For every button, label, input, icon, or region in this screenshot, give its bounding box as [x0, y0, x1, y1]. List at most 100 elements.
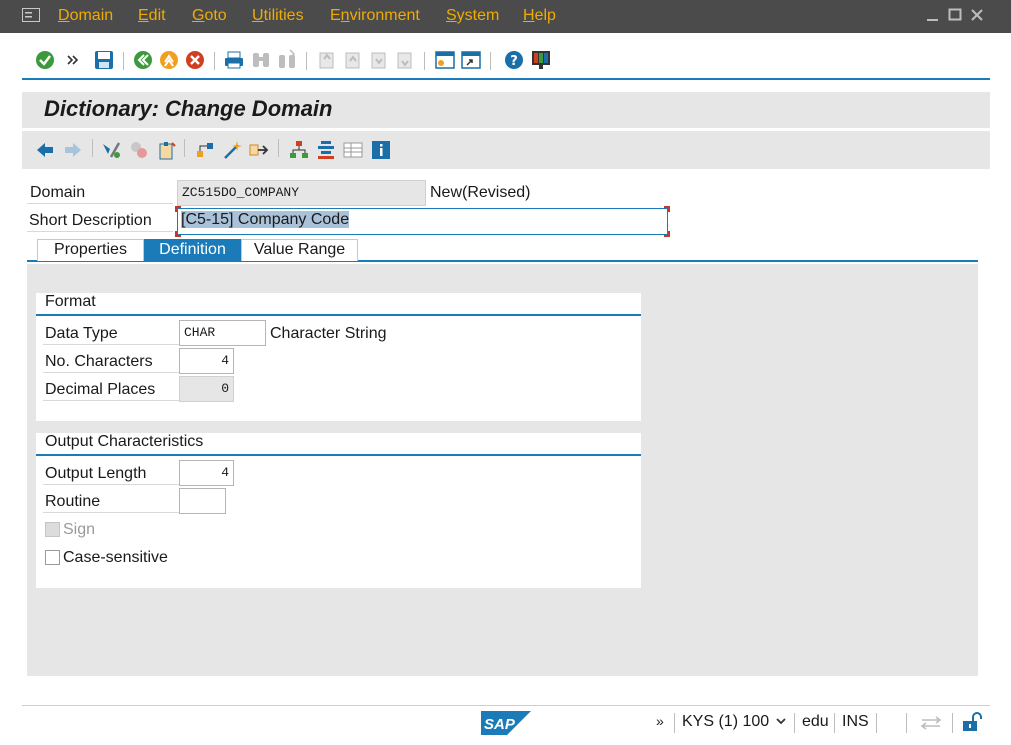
back-arrow-icon[interactable]: [34, 139, 56, 161]
output-length-input[interactable]: 4: [179, 460, 234, 486]
menu-goto[interactable]: Goto: [192, 7, 227, 25]
system-menu-icon[interactable]: [22, 8, 40, 22]
svg-text:?: ?: [510, 54, 518, 69]
short-description-input[interactable]: [C5-15] Company Code: [177, 208, 668, 235]
status-expand-icon[interactable]: »: [656, 713, 664, 729]
display-change-icon[interactable]: [100, 139, 122, 161]
no-characters-input[interactable]: 4: [179, 348, 234, 374]
toolbar-separator: [306, 52, 307, 70]
menu-utilities-rest: tilities: [263, 7, 304, 24]
output-group-title: Output Characteristics: [45, 433, 204, 450]
help-icon[interactable]: ?: [503, 49, 525, 71]
print-icon[interactable]: [223, 49, 245, 71]
application-toolbar: [22, 131, 990, 169]
first-page-icon[interactable]: [316, 49, 338, 71]
required-corner-marker: [664, 206, 670, 212]
format-group-divider: [36, 314, 641, 316]
back-icon[interactable]: [132, 49, 154, 71]
menu-system[interactable]: System: [446, 7, 499, 25]
system-info[interactable]: KYS (1) 100: [682, 713, 769, 731]
save-icon[interactable]: [93, 49, 115, 71]
data-type-input[interactable]: CHAR: [179, 320, 266, 346]
menu-help-rest: elp: [534, 7, 556, 24]
short-description-selection: [C5-15] Company Code: [181, 211, 350, 228]
tab-definition[interactable]: Definition: [144, 239, 241, 261]
menu-edit[interactable]: Edit: [138, 7, 166, 25]
menu-domain[interactable]: Domain: [58, 7, 113, 25]
menu-environment-pre: E: [330, 7, 341, 24]
case-sensitive-checkbox[interactable]: [45, 550, 60, 565]
expand-command-icon[interactable]: [66, 49, 80, 71]
next-page-icon[interactable]: [368, 49, 390, 71]
enter-icon[interactable]: [34, 49, 56, 71]
lock-icon[interactable]: [961, 711, 983, 733]
menu-environment[interactable]: Environment: [330, 7, 420, 25]
toolbar-separator: [184, 139, 185, 157]
domain-status-text: New(Revised): [430, 184, 531, 201]
tab-strip: Properties Definition Value Range: [27, 238, 978, 262]
tab-properties[interactable]: Properties: [37, 239, 144, 261]
status-separator: [952, 713, 953, 733]
routine-input[interactable]: [179, 488, 226, 514]
domain-label: Domain: [30, 184, 86, 201]
find-next-icon[interactable]: [276, 49, 298, 71]
minimize-icon[interactable]: [924, 6, 942, 24]
status-separator: [906, 713, 907, 733]
find-icon[interactable]: [250, 49, 272, 71]
status-bar-divider: [22, 705, 990, 706]
menu-domain-rest: omain: [69, 7, 114, 24]
previous-page-icon[interactable]: [342, 49, 364, 71]
toolbar-separator: [123, 52, 124, 70]
output-characteristics-group: Output Characteristics Output Length 4 R…: [36, 433, 641, 588]
definition-tab-panel: Format Data Type CHAR Character String N…: [27, 264, 978, 676]
title-bar: Dictionary: Change Domain: [22, 92, 990, 128]
output-group-divider: [36, 454, 641, 456]
menu-help[interactable]: Help: [523, 7, 556, 25]
required-corner-marker: [175, 206, 181, 212]
customize-layout-icon[interactable]: [530, 49, 552, 71]
cancel-icon[interactable]: [184, 49, 206, 71]
sign-checkbox: [45, 522, 60, 537]
chevron-down-icon[interactable]: [775, 717, 787, 727]
other-object-icon[interactable]: [128, 139, 150, 161]
menu-utilities[interactable]: Utilities: [252, 7, 304, 25]
hierarchy-icon[interactable]: [288, 139, 310, 161]
status-separator: [794, 713, 795, 733]
info-icon[interactable]: [370, 139, 392, 161]
data-type-description: Character String: [270, 325, 387, 342]
required-corner-marker: [664, 231, 670, 237]
wand-icon[interactable]: [221, 139, 243, 161]
menu-system-rest: ystem: [456, 7, 500, 24]
where-used-icon[interactable]: [194, 139, 216, 161]
menu-edit-rest: dit: [148, 7, 166, 24]
create-shortcut-icon[interactable]: [460, 49, 482, 71]
activate-icon[interactable]: [156, 139, 178, 161]
toolbar-separator: [214, 52, 215, 70]
data-browser-icon[interactable]: [315, 139, 337, 161]
toolbar-separator: [490, 52, 491, 70]
connection-icon: [920, 716, 942, 730]
exit-icon[interactable]: [158, 49, 180, 71]
insert-mode[interactable]: INS: [842, 713, 869, 731]
sign-label: Sign: [63, 521, 96, 538]
table-icon[interactable]: [342, 139, 364, 161]
status-separator: [834, 713, 835, 733]
toolbar-separator: [92, 139, 93, 157]
no-characters-label: No. Characters: [45, 353, 153, 370]
server-name: edu: [802, 713, 829, 730]
last-page-icon[interactable]: [394, 49, 416, 71]
new-session-icon[interactable]: [434, 49, 456, 71]
tab-value-range[interactable]: Value Range: [241, 239, 358, 261]
format-group: Format Data Type CHAR Character String N…: [36, 293, 641, 421]
menu-environment-rest: vironment: [349, 7, 420, 24]
decimal-places-field: 0: [179, 376, 234, 402]
status-separator: [674, 713, 675, 733]
status-separator: [876, 713, 877, 733]
short-description-label: Short Description: [29, 212, 152, 229]
maximize-icon[interactable]: [946, 6, 964, 24]
navigate-icon[interactable]: [248, 139, 270, 161]
forward-arrow-icon[interactable]: [62, 139, 84, 161]
data-type-label: Data Type: [45, 325, 118, 342]
sap-logo: SAP: [481, 711, 531, 735]
close-icon[interactable]: [968, 6, 986, 24]
